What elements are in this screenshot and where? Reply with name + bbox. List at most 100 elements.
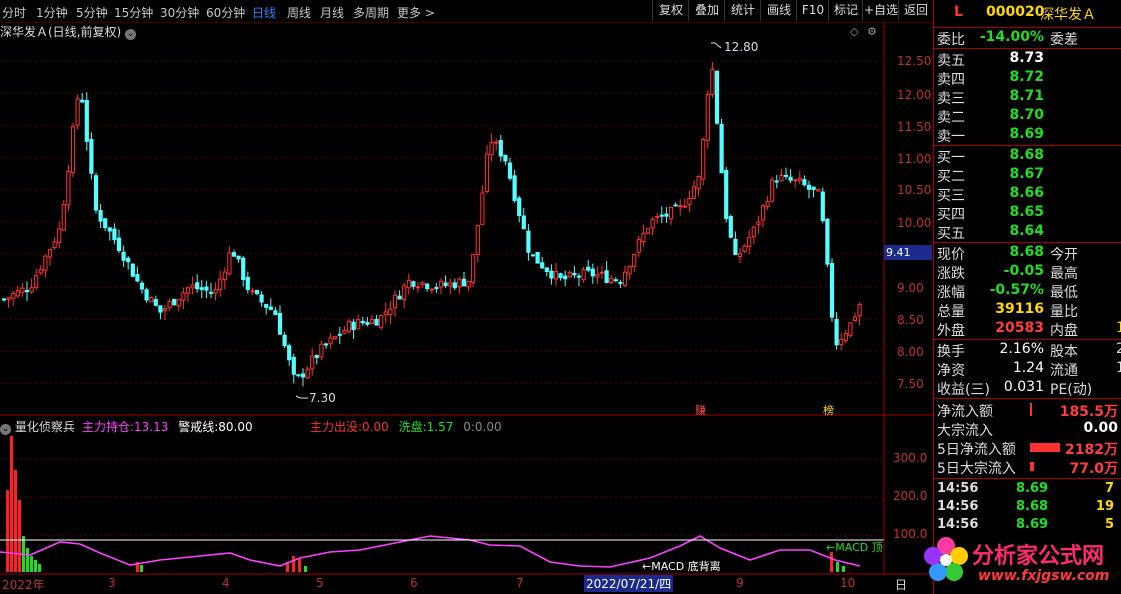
candle-body [167,300,172,309]
price-tick: 11.50 [897,120,932,134]
indicator-values: 主力持仓:13.13 警戒线:80.00 [82,418,253,435]
period-1min[interactable]: 1分钟 [36,4,68,21]
period-5min[interactable]: 5分钟 [76,4,108,21]
chevron-down-icon[interactable]: ⌄ [0,424,11,435]
main-pos-value: 13.13 [134,420,169,434]
candle-body [222,271,227,281]
quote-value: -0.57% [989,282,1044,298]
candle-body [843,333,848,342]
draw-line-button[interactable]: 画线 [760,0,797,21]
fuquan-button[interactable]: 复权 [652,0,689,21]
candle-body [553,270,559,280]
candle-body [199,287,204,290]
candle-body [29,287,34,293]
period-multi[interactable]: 多周期 [353,4,389,21]
time-tick: 3 [108,576,116,590]
quote-row: 收益(三) 0.031 PE(动) [934,379,1121,398]
sell-row[interactable]: 卖四 8.72 [934,69,1121,88]
sell-row[interactable]: 卖三 8.71 [934,88,1121,107]
tick-price: 8.69 [1016,517,1049,532]
candle-body [84,100,89,142]
indicator-name[interactable]: 量化侦察兵 [15,420,75,434]
add-favorite-button[interactable]: +自选 [862,0,899,21]
back-button[interactable]: 返回 [898,0,933,21]
quote-row: 换手 2.16% 股本 2 [934,341,1121,360]
flow-label: 大宗流入 [937,423,993,439]
settings-icon[interactable]: ⚙ [867,25,877,38]
sell-row[interactable]: 卖一 8.69 [934,126,1121,145]
kline-chart[interactable] [0,22,933,594]
stats-button[interactable]: 统计 [724,0,761,21]
quote-value: 0.031 [1003,379,1044,395]
sell-label: 卖五 [937,53,965,69]
buy-row[interactable]: 买三 8.66 [934,185,1121,204]
period-60min[interactable]: 60分钟 [206,4,245,21]
quote-panel: L 000020 深华发Ａ 委比 -14.00% 委差 卖五 8.73 卖四 8.7… [933,0,1121,594]
candle-body [406,279,411,289]
candle-body [80,99,85,103]
candle-body [70,126,76,173]
period-monthly[interactable]: 月线 [320,4,344,21]
sell-label: 卖一 [937,129,965,145]
candle-body [135,274,140,282]
buy-row[interactable]: 买一 8.68 [934,147,1121,166]
overlay-button[interactable]: 叠加 [688,0,725,21]
candle-body [57,228,62,243]
quote-row: 涨幅 -0.57% 最低 [934,282,1121,301]
candle-body [544,267,549,272]
candle-body [369,318,375,324]
sell-row[interactable]: 卖五 8.73 [934,50,1121,69]
divider [934,48,1121,49]
sell-price: 8.72 [1009,69,1044,85]
main-out-label: 主力出没: [310,420,363,434]
flow-label: 5日净流入额 [937,442,1016,458]
candle-body [103,218,108,229]
candle-body [802,179,807,186]
high-annotation: 12.80 [724,40,759,54]
chart-title: 深华发Ａ(日线,前复权) ⌄ [0,23,137,40]
candle-body [737,253,743,258]
indicator-bar [14,470,17,572]
period-30min[interactable]: 30分钟 [160,4,199,21]
price-tick: 12.50 [897,54,932,68]
quote-tail: 1 [1116,360,1121,376]
buy-price: 8.67 [1009,166,1044,182]
candle-body [526,230,531,253]
candle-body [38,268,43,274]
quote-label-2: 最低 [1050,285,1078,301]
diamond-icon[interactable]: ◇ [850,25,858,38]
indicator-tick: 200.0 [893,489,928,503]
divider [934,478,1121,479]
candle-body [24,289,30,293]
chevron-down-icon[interactable]: ⌄ [125,29,137,40]
stock-header: L 000020 深华发Ａ [934,4,1121,26]
candle-body [34,274,39,288]
f10-button[interactable]: F10 [796,0,829,21]
price-tick: 8.00 [897,345,924,359]
period-fenshi[interactable]: 分时 [2,4,26,21]
period-more[interactable]: 更多 > [397,4,435,21]
candle-body [825,218,830,265]
sell-row[interactable]: 卖二 8.70 [934,107,1121,126]
quote-value: 39116 [995,301,1044,317]
mark-button[interactable]: 标记 [828,0,863,21]
site-watermark: 分析家公式网 www.fxjgsw.com [920,532,1120,592]
candle-body [724,169,729,219]
period-daily[interactable]: 日线 [252,4,276,21]
event-marker[interactable]: 榜 [823,402,834,418]
buy-row[interactable]: 买五 8.64 [934,223,1121,242]
quote-label: 涨幅 [937,285,965,301]
period-weekly[interactable]: 周线 [287,4,311,21]
candle-body [475,224,480,255]
candle-body [305,368,310,379]
period-15min[interactable]: 15分钟 [114,4,153,21]
candle-body [540,262,545,269]
candle-body [310,355,315,370]
buy-row[interactable]: 买二 8.67 [934,166,1121,185]
quote-value: 1.24 [1012,360,1044,376]
time-tick: 6 [410,576,418,590]
buy-row[interactable]: 买四 8.65 [934,204,1121,223]
time-tick: 2022年 [2,578,45,592]
candle-body [153,299,158,306]
event-marker[interactable]: 赚 [695,402,706,418]
